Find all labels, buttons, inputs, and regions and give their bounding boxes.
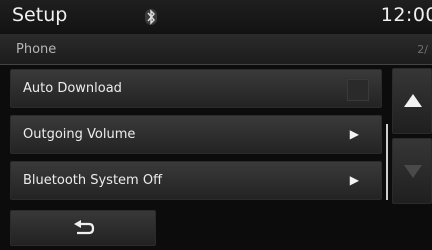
triangle-down-icon xyxy=(404,165,422,178)
clock: 12:00 xyxy=(380,4,432,26)
scroll-up-button[interactable] xyxy=(392,68,432,134)
menu-item-outgoing-volume[interactable]: Outgoing Volume ▶ xyxy=(10,115,382,154)
status-bar: Setup 12:00 xyxy=(0,0,432,34)
auto-download-checkbox[interactable] xyxy=(347,79,369,101)
menu-item-bluetooth-system-off[interactable]: Bluetooth System Off ▶ xyxy=(10,161,382,200)
bluetooth-icon xyxy=(145,9,157,25)
scrollbar[interactable] xyxy=(386,124,388,200)
back-arrow-icon xyxy=(74,220,95,235)
menu-item-label: Bluetooth System Off xyxy=(23,173,163,188)
play-arrow-icon: ▶ xyxy=(349,173,359,187)
back-button[interactable] xyxy=(10,210,156,246)
scroll-down-button[interactable] xyxy=(392,138,432,204)
screen-title: Setup xyxy=(12,4,68,26)
play-arrow-icon: ▶ xyxy=(349,127,359,141)
page-indicator: 2/ xyxy=(417,43,428,56)
section-header: Phone 2/ xyxy=(0,34,432,65)
menu-item-label: Outgoing Volume xyxy=(23,127,136,142)
section-title: Phone xyxy=(16,42,57,57)
menu-item-auto-download[interactable]: Auto Download xyxy=(10,69,382,108)
triangle-up-icon xyxy=(404,94,422,107)
menu-item-label: Auto Download xyxy=(23,81,122,96)
